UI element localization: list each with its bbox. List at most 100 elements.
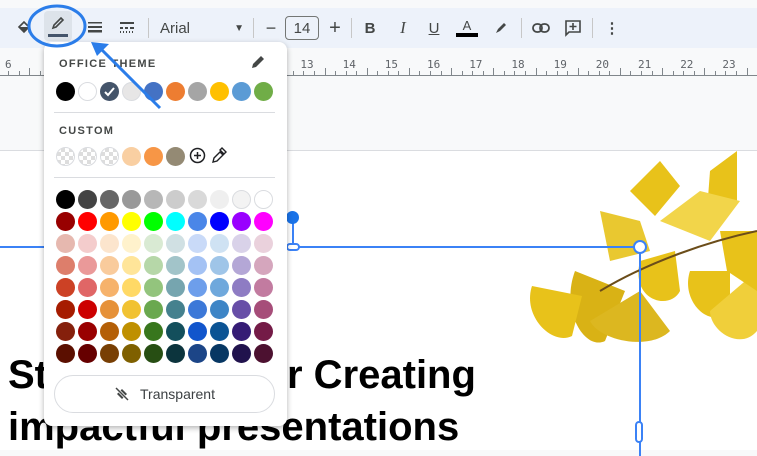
palette-color-swatch[interactable] — [143, 255, 163, 275]
palette-color-swatch[interactable] — [77, 277, 97, 297]
theme-color-swatch[interactable] — [121, 81, 141, 101]
palette-color-swatch[interactable] — [143, 211, 163, 231]
theme-color-swatch[interactable] — [77, 81, 97, 101]
resize-handle-right[interactable] — [635, 421, 643, 443]
palette-color-swatch[interactable] — [253, 321, 273, 341]
border-dash-icon[interactable] — [116, 16, 138, 40]
palette-color-swatch[interactable] — [143, 277, 163, 297]
palette-color-swatch[interactable] — [209, 321, 229, 341]
palette-color-swatch[interactable] — [55, 299, 75, 319]
add-custom-color-icon[interactable] — [189, 147, 206, 169]
palette-color-swatch[interactable] — [121, 277, 141, 297]
link-icon[interactable] — [530, 16, 552, 40]
edit-theme-pencil-icon[interactable] — [250, 54, 266, 75]
add-comment-icon[interactable] — [562, 16, 584, 40]
palette-color-swatch[interactable] — [231, 255, 251, 275]
palette-color-swatch[interactable] — [121, 189, 141, 209]
palette-color-swatch[interactable] — [99, 343, 119, 363]
palette-color-swatch[interactable] — [121, 321, 141, 341]
palette-color-swatch[interactable] — [231, 211, 251, 231]
palette-color-swatch[interactable] — [187, 299, 207, 319]
text-color-button[interactable]: A — [456, 16, 478, 40]
palette-color-swatch[interactable] — [231, 343, 251, 363]
palette-color-swatch[interactable] — [99, 277, 119, 297]
palette-color-swatch[interactable] — [165, 233, 185, 253]
rotate-handle[interactable] — [286, 211, 299, 224]
palette-color-swatch[interactable] — [77, 255, 97, 275]
custom-color-swatch[interactable] — [55, 146, 75, 166]
palette-color-swatch[interactable] — [121, 343, 141, 363]
palette-color-swatch[interactable] — [231, 189, 251, 209]
theme-color-swatch[interactable] — [253, 81, 273, 101]
palette-color-swatch[interactable] — [209, 343, 229, 363]
palette-color-swatch[interactable] — [253, 189, 273, 209]
underline-button[interactable]: U — [424, 16, 444, 40]
palette-color-swatch[interactable] — [165, 321, 185, 341]
palette-color-swatch[interactable] — [187, 211, 207, 231]
palette-color-swatch[interactable] — [99, 211, 119, 231]
transparent-button[interactable]: Transparent — [54, 375, 275, 413]
palette-color-swatch[interactable] — [187, 321, 207, 341]
palette-color-swatch[interactable] — [143, 233, 163, 253]
palette-color-swatch[interactable] — [55, 321, 75, 341]
custom-color-swatch[interactable] — [99, 146, 119, 166]
italic-button[interactable]: I — [393, 16, 413, 40]
palette-color-swatch[interactable] — [99, 321, 119, 341]
decrease-font-button[interactable]: − — [262, 16, 280, 40]
palette-color-swatch[interactable] — [165, 211, 185, 231]
border-color-button[interactable] — [44, 11, 72, 41]
palette-color-swatch[interactable] — [231, 321, 251, 341]
palette-color-swatch[interactable] — [253, 343, 273, 363]
palette-color-swatch[interactable] — [187, 189, 207, 209]
palette-color-swatch[interactable] — [121, 233, 141, 253]
palette-color-swatch[interactable] — [253, 255, 273, 275]
palette-color-swatch[interactable] — [99, 299, 119, 319]
highlight-icon[interactable] — [491, 16, 511, 40]
palette-color-swatch[interactable] — [55, 211, 75, 231]
palette-color-swatch[interactable] — [165, 343, 185, 363]
font-select[interactable]: Arial ▼ — [160, 16, 244, 40]
palette-color-swatch[interactable] — [209, 211, 229, 231]
palette-color-swatch[interactable] — [99, 189, 119, 209]
theme-color-swatch[interactable] — [99, 81, 119, 101]
palette-color-swatch[interactable] — [77, 343, 97, 363]
palette-color-swatch[interactable] — [165, 277, 185, 297]
palette-color-swatch[interactable] — [143, 189, 163, 209]
palette-color-swatch[interactable] — [253, 277, 273, 297]
palette-color-swatch[interactable] — [209, 277, 229, 297]
palette-color-swatch[interactable] — [187, 233, 207, 253]
custom-color-swatch[interactable] — [121, 146, 141, 166]
palette-color-swatch[interactable] — [77, 299, 97, 319]
palette-color-swatch[interactable] — [187, 255, 207, 275]
palette-color-swatch[interactable] — [55, 343, 75, 363]
palette-color-swatch[interactable] — [209, 189, 229, 209]
palette-color-swatch[interactable] — [187, 277, 207, 297]
palette-color-swatch[interactable] — [55, 277, 75, 297]
eyedropper-icon[interactable] — [210, 147, 227, 169]
title-text-start[interactable]: St — [8, 353, 48, 398]
palette-color-swatch[interactable] — [99, 255, 119, 275]
palette-color-swatch[interactable] — [231, 233, 251, 253]
palette-color-swatch[interactable] — [121, 299, 141, 319]
palette-color-swatch[interactable] — [165, 189, 185, 209]
theme-color-swatch[interactable] — [143, 81, 163, 101]
palette-color-swatch[interactable] — [209, 255, 229, 275]
palette-color-swatch[interactable] — [77, 211, 97, 231]
palette-color-swatch[interactable] — [143, 299, 163, 319]
palette-color-swatch[interactable] — [143, 343, 163, 363]
palette-color-swatch[interactable] — [209, 233, 229, 253]
palette-color-swatch[interactable] — [55, 189, 75, 209]
theme-color-swatch[interactable] — [187, 81, 207, 101]
palette-color-swatch[interactable] — [77, 189, 97, 209]
custom-color-swatch[interactable] — [77, 146, 97, 166]
theme-color-swatch[interactable] — [231, 81, 251, 101]
title-text-end[interactable]: r Creating — [287, 353, 476, 398]
palette-color-swatch[interactable] — [187, 343, 207, 363]
palette-color-swatch[interactable] — [165, 255, 185, 275]
custom-color-swatch[interactable] — [165, 146, 185, 166]
font-size-input[interactable]: 14 — [285, 16, 319, 40]
theme-color-swatch[interactable] — [209, 81, 229, 101]
palette-color-swatch[interactable] — [231, 277, 251, 297]
increase-font-button[interactable]: + — [326, 16, 344, 40]
border-weight-icon[interactable] — [84, 16, 106, 40]
